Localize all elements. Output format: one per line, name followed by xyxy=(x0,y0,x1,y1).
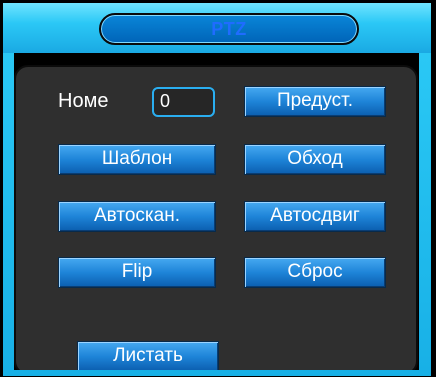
home-label: Номе xyxy=(58,90,109,112)
right-border xyxy=(419,53,431,375)
left-border xyxy=(3,53,14,375)
dialog-title: PTZ xyxy=(211,19,247,39)
tour-button[interactable]: Обход xyxy=(244,144,386,175)
template-button[interactable]: Шаблон xyxy=(58,144,216,175)
reset-button[interactable]: Сброс xyxy=(244,257,386,288)
bottom-border xyxy=(3,370,431,376)
dialog-header: PTZ xyxy=(3,3,431,53)
home-input[interactable]: 0 xyxy=(152,87,215,117)
page-button[interactable]: Листать xyxy=(77,341,219,372)
autoscan-button[interactable]: Автоскан. xyxy=(58,201,216,232)
preset-button[interactable]: Предуст. xyxy=(244,86,386,117)
flip-button[interactable]: Flip xyxy=(58,257,216,288)
title-bar: PTZ xyxy=(99,13,359,45)
ptz-dialog: PTZ Номе 0 Предуст. Шаблон Обход Автоска… xyxy=(0,0,436,377)
autopan-button[interactable]: Автосдвиг xyxy=(244,201,386,232)
